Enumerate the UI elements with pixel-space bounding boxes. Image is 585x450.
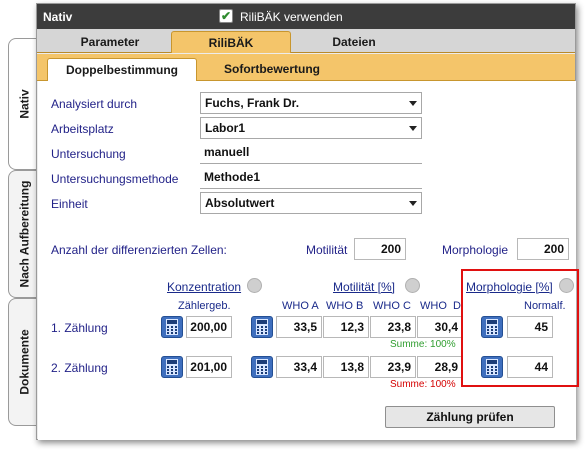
morphologie-count-label: Morphologie xyxy=(442,243,509,257)
row-1-who-b[interactable]: 12,3 xyxy=(323,316,369,338)
main-window: Nativ ✔ RiliBÄK verwenden Parameter Rili… xyxy=(36,3,579,440)
arbeitsplatz-select[interactable]: Labor1 xyxy=(200,117,422,139)
tab-sofortbewertung[interactable]: Sofortbewertung xyxy=(197,58,347,81)
tab-rilibak[interactable]: RiliBÄK xyxy=(171,31,291,53)
analysiert-durch-value: Fuchs, Frank Dr. xyxy=(205,96,300,110)
col-who-d: WHO D xyxy=(420,300,461,312)
calculator-icon[interactable] xyxy=(251,316,273,338)
tab-parameter[interactable]: Parameter xyxy=(47,31,173,53)
side-tab-nach-aufbereitung-label: Nach Aufbereitung xyxy=(17,180,32,288)
arbeitsplatz-value: Labor1 xyxy=(205,121,246,135)
calculator-icon[interactable] xyxy=(161,316,183,338)
motilitaet-count-input[interactable]: 200 xyxy=(354,238,406,260)
row-1-who-d[interactable]: 30,4 xyxy=(417,316,463,338)
row-2-who-b[interactable]: 13,8 xyxy=(323,356,369,378)
untersuchung-label: Untersuchung xyxy=(51,147,126,161)
analysiert-durch-select[interactable]: Fuchs, Frank Dr. xyxy=(200,92,422,114)
row-1-who-c[interactable]: 23,8 xyxy=(370,316,416,338)
col-who-a: WHO A xyxy=(282,300,319,312)
morphologie-highlight-box xyxy=(461,269,579,387)
status-led-icon xyxy=(247,278,262,293)
zaehlung-pruefen-button[interactable]: Zählung prüfen xyxy=(385,406,555,428)
tab-dateien[interactable]: Dateien xyxy=(291,31,417,53)
calculator-icon[interactable] xyxy=(251,356,273,378)
calculator-icon[interactable] xyxy=(161,356,183,378)
row-2-who-a[interactable]: 33,4 xyxy=(276,356,322,378)
motilitaet-header[interactable]: Motilität [%] xyxy=(333,280,395,294)
morphologie-count-input[interactable]: 200 xyxy=(517,238,569,260)
rilibak-checkbox-label[interactable]: RiliBÄK verwenden xyxy=(240,10,343,24)
row-1-summe: Summe: 100% xyxy=(390,339,456,350)
row-2-who-d[interactable]: 28,9 xyxy=(417,356,463,378)
main-tab-bar: Parameter RiliBÄK Dateien xyxy=(37,29,575,53)
tab-doppelbestimmung[interactable]: Doppelbestimmung xyxy=(47,58,197,81)
anzahl-zellen-label: Anzahl der differenzierten Zellen: xyxy=(51,243,227,257)
untersuchungsmethode-label: Untersuchungsmethode xyxy=(51,172,179,186)
motilitaet-count-label: Motilität xyxy=(306,243,348,257)
col-who-b: WHO B xyxy=(326,300,364,312)
einheit-value: Absolutwert xyxy=(205,196,275,210)
untersuchungsmethode-input[interactable]: Methode1 xyxy=(200,167,422,189)
sub-tab-bar: Doppelbestimmung Sofortbewertung xyxy=(37,54,575,81)
einheit-select[interactable]: Absolutwert xyxy=(200,192,422,214)
content-panel: Analysiert durch Fuchs, Frank Dr. Arbeit… xyxy=(38,81,579,440)
col-zaehlergeb: Zählergeb. xyxy=(178,300,231,312)
chevron-down-icon xyxy=(409,126,417,131)
arbeitsplatz-label: Arbeitsplatz xyxy=(51,122,114,136)
side-tab-nativ-label: Nativ xyxy=(17,89,32,119)
chevron-down-icon xyxy=(409,201,417,206)
checkmark-icon: ✔ xyxy=(220,9,232,23)
untersuchung-input[interactable]: manuell xyxy=(200,142,422,164)
konzentration-header[interactable]: Konzentration xyxy=(167,280,241,294)
row-1-zaehlergeb[interactable]: 200,00 xyxy=(186,316,232,338)
status-led-icon xyxy=(405,278,420,293)
rilibak-checkbox[interactable]: ✔ xyxy=(219,9,233,23)
title-bar: Nativ ✔ RiliBÄK verwenden xyxy=(37,4,575,29)
row-1-label: 1. Zählung xyxy=(51,321,108,335)
row-1-who-a[interactable]: 33,5 xyxy=(276,316,322,338)
side-tab-dokumente-label: Dokumente xyxy=(17,329,32,395)
row-2-who-c[interactable]: 23,9 xyxy=(370,356,416,378)
row-2-zaehlergeb[interactable]: 201,00 xyxy=(186,356,232,378)
einheit-label: Einheit xyxy=(51,197,88,211)
analysiert-durch-label: Analysiert durch xyxy=(51,97,138,111)
row-2-summe: Summe: 100% xyxy=(390,379,456,390)
col-who-c: WHO C xyxy=(373,300,411,312)
window-title: Nativ xyxy=(43,10,73,24)
row-2-label: 2. Zählung xyxy=(51,361,108,375)
chevron-down-icon xyxy=(409,101,417,106)
